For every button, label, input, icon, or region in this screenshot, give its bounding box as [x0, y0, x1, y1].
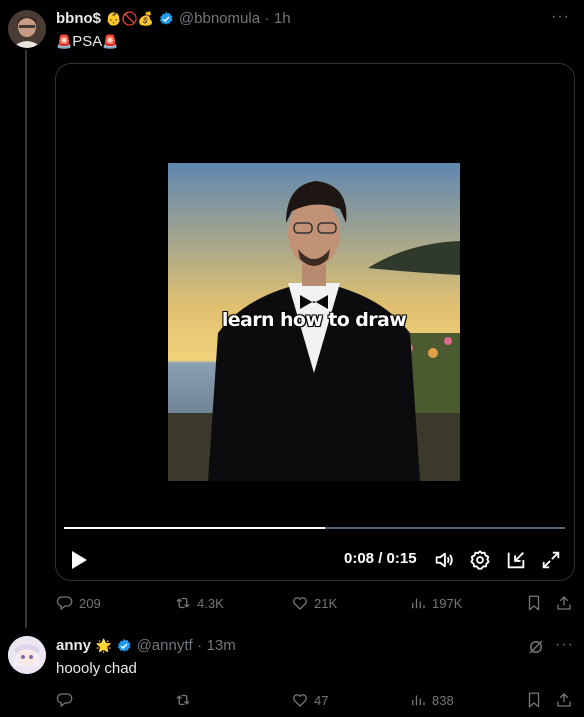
video-player[interactable]: learn how to draw 0:08 / 0:15: [55, 63, 575, 581]
author-avatar[interactable]: [8, 10, 46, 48]
repost-button[interactable]: 4.3K: [174, 594, 224, 612]
volume-icon[interactable]: [433, 549, 455, 571]
settings-gear-icon[interactable]: [469, 549, 491, 571]
reply-author-avatar[interactable]: [8, 636, 46, 674]
picture-in-picture-icon[interactable]: [505, 549, 527, 571]
author-avatar-image: [8, 10, 46, 48]
author-handle[interactable]: @bbnomula: [179, 10, 260, 27]
money-bag-emoji: 💰: [137, 10, 155, 26]
reply-button[interactable]: 209: [56, 594, 101, 612]
video-caption: learn how to draw: [221, 309, 407, 331]
repost-count: 4.3K: [197, 595, 224, 611]
repost-icon: [176, 694, 190, 706]
views-chart-icon: [412, 695, 425, 706]
reply-author-display-name[interactable]: anny: [56, 637, 91, 654]
post-text: 🚨PSA🚨: [56, 33, 118, 50]
reply-views-button[interactable]: 838: [409, 691, 454, 709]
play-icon[interactable]: [70, 550, 88, 570]
video-progress-fill: [64, 527, 325, 529]
reply-reply-button[interactable]: [56, 691, 74, 709]
video-frame[interactable]: learn how to draw: [168, 163, 460, 481]
video-time: 0:08 / 0:15: [344, 550, 417, 567]
reply-icon: [56, 596, 73, 611]
video-current-time: 0:08: [344, 550, 375, 567]
post-text-content: PSA: [72, 33, 103, 50]
more-options-icon[interactable]: ···: [551, 8, 570, 26]
reply-author-handle[interactable]: @annytf: [137, 637, 193, 654]
video-duration: 0:15: [386, 550, 417, 567]
reply-text: hoooly chad: [56, 660, 137, 677]
reply-share-button[interactable]: [555, 691, 573, 709]
views-chart-icon: [412, 598, 425, 609]
reply-header: anny 🌟 @annytf · 13m: [56, 637, 236, 655]
bookmark-icon: [528, 692, 540, 708]
verified-badge-icon[interactable]: [116, 638, 132, 654]
baby-emoji: 👶: [105, 10, 122, 26]
reply-more-options-icon[interactable]: ···: [555, 636, 574, 654]
reply-views-count: 838: [432, 692, 454, 708]
thread-connector: [25, 50, 27, 628]
separator-dot: ·: [264, 10, 270, 27]
fullscreen-icon[interactable]: [540, 549, 562, 571]
reply-like-count: 47: [314, 692, 329, 708]
reply-bookmark-button[interactable]: [525, 691, 543, 709]
verified-badge-icon[interactable]: [158, 11, 174, 27]
separator-dot: ·: [197, 637, 203, 654]
like-count: 21K: [314, 595, 338, 611]
share-icon: [557, 693, 571, 707]
siren-emoji: 🚨: [102, 34, 119, 50]
views-button[interactable]: 197K: [409, 594, 462, 612]
reply-author-avatar-image: [8, 636, 46, 674]
heart-icon: [293, 694, 307, 707]
reply-count: 209: [79, 595, 101, 611]
reply-icon: [56, 693, 73, 708]
video-progress-bar[interactable]: [64, 527, 565, 529]
share-button[interactable]: [555, 594, 573, 612]
heart-icon: [293, 597, 307, 610]
author-display-name[interactable]: bbno$: [56, 10, 101, 27]
post-time[interactable]: 1h: [274, 10, 291, 27]
views-count: 197K: [432, 595, 463, 611]
share-icon: [557, 596, 571, 610]
reply-like-button[interactable]: 47: [291, 691, 328, 709]
like-button[interactable]: 21K: [291, 594, 337, 612]
glowing-star-emoji: 🌟: [95, 637, 112, 653]
siren-emoji: 🚨: [56, 34, 73, 50]
reply-time[interactable]: 13m: [207, 637, 236, 654]
post-header: bbno$ 👶🚫💰 @bbnomula · 1h: [56, 10, 291, 28]
prohibited-emoji: 🚫: [121, 10, 138, 26]
video-time-separator: /: [374, 550, 387, 567]
bookmark-button[interactable]: [525, 594, 543, 612]
grok-icon[interactable]: [527, 638, 545, 656]
bookmark-icon: [528, 595, 540, 611]
reply-repost-button[interactable]: [174, 691, 192, 709]
repost-icon: [176, 597, 190, 609]
